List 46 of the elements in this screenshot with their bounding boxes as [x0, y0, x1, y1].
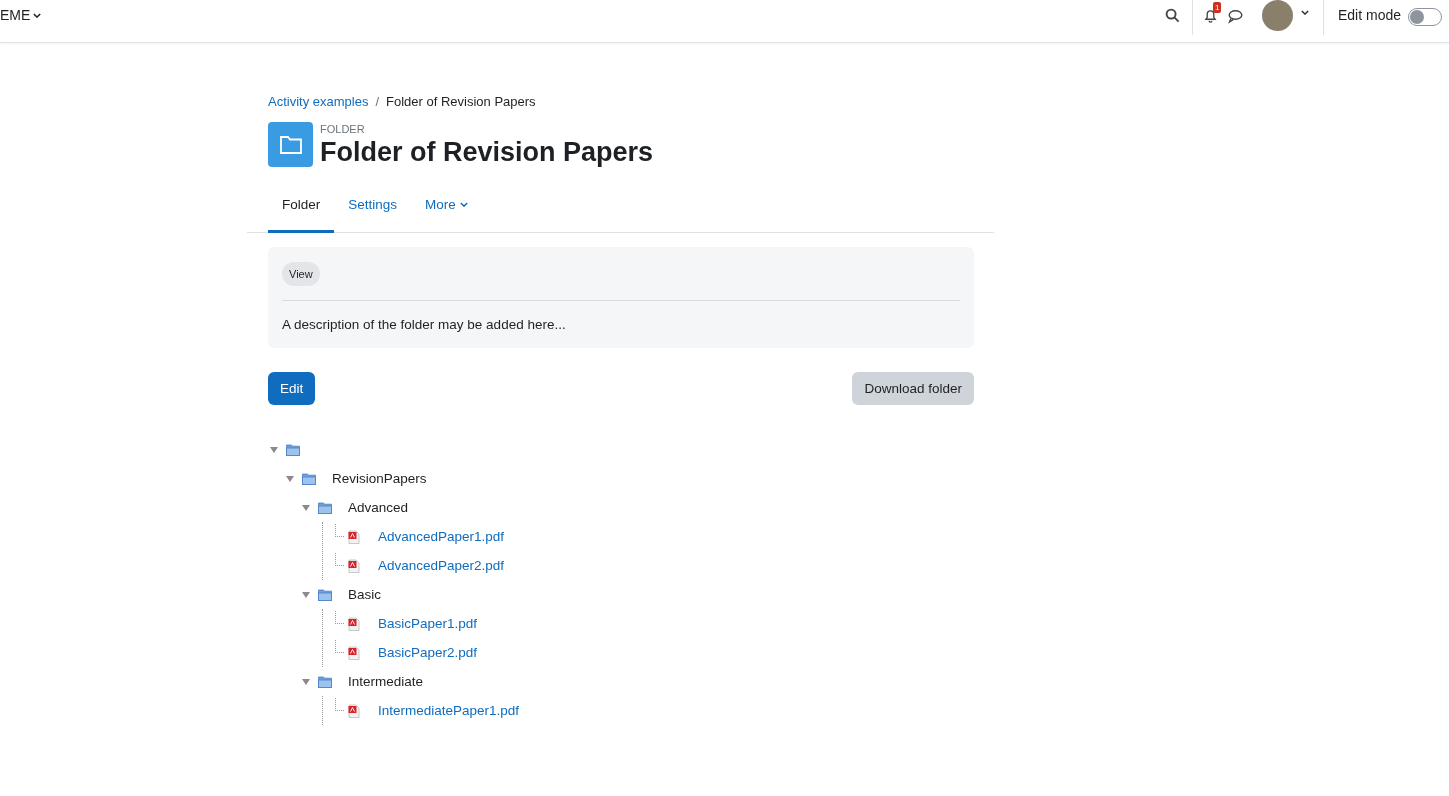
- triangle-down-icon[interactable]: [302, 503, 310, 512]
- folder-description: A description of the folder may be added here...: [282, 317, 567, 332]
- file-link[interactable]: IntermediatePaper1.pdf: [378, 703, 520, 718]
- edit-mode-label: Edit mode: [1337, 7, 1401, 23]
- chat-bubble-icon[interactable]: [1226, 8, 1243, 24]
- file-link[interactable]: AdvancedPaper2.pdf: [378, 558, 505, 573]
- tab[interactable]: Settings: [334, 181, 412, 233]
- bell-icon[interactable]: [1202, 8, 1218, 23]
- folder-icon: [286, 443, 300, 456]
- triangle-down-icon[interactable]: [270, 445, 278, 454]
- folder-name[interactable]: Intermediate: [348, 674, 424, 689]
- folder-icon: [302, 472, 316, 485]
- pdf-file-icon: [348, 616, 360, 631]
- file-link[interactable]: AdvancedPaper1.pdf: [378, 529, 505, 544]
- page-title: Folder of Revision Papers: [320, 136, 654, 168]
- file-link[interactable]: BasicPaper2.pdf: [378, 645, 478, 660]
- pdf-file-icon: [348, 703, 360, 718]
- folder-icon: [318, 588, 332, 601]
- avatar[interactable]: [1261, 0, 1293, 31]
- triangle-down-icon[interactable]: [286, 474, 294, 483]
- chevron-down-icon: [1300, 10, 1309, 15]
- folder-name[interactable]: RevisionPapers: [332, 471, 427, 486]
- view-badge: View: [282, 262, 320, 286]
- folder-activity-icon: [268, 122, 313, 167]
- pdf-file-icon: [348, 558, 360, 573]
- triangle-down-icon[interactable]: [302, 590, 310, 599]
- edit-button[interactable]: Edit: [268, 372, 316, 405]
- pdf-file-icon: [348, 529, 360, 544]
- folder-name[interactable]: Basic: [348, 587, 381, 602]
- notification-badge: 1: [1212, 2, 1222, 13]
- tab[interactable]: Folder: [268, 181, 335, 233]
- breadcrumb-link[interactable]: Activity examples: [268, 94, 369, 109]
- breadcrumb-separator: /: [375, 94, 380, 109]
- tab[interactable]: More: [411, 181, 482, 233]
- triangle-down-icon[interactable]: [302, 677, 310, 686]
- folder-name[interactable]: Advanced: [348, 500, 409, 515]
- download-folder-button[interactable]: Download folder: [852, 372, 974, 405]
- folder-icon: [318, 675, 332, 688]
- pdf-file-icon: [348, 645, 360, 660]
- search-icon[interactable]: [1164, 8, 1180, 23]
- file-link[interactable]: BasicPaper1.pdf: [378, 616, 478, 631]
- site-menu[interactable]: EME: [0, 7, 42, 23]
- chevron-down-icon: [33, 12, 42, 18]
- breadcrumb-current: Folder of Revision Papers: [386, 94, 536, 109]
- activity-type-label: FOLDER: [320, 123, 366, 135]
- folder-icon: [318, 501, 332, 514]
